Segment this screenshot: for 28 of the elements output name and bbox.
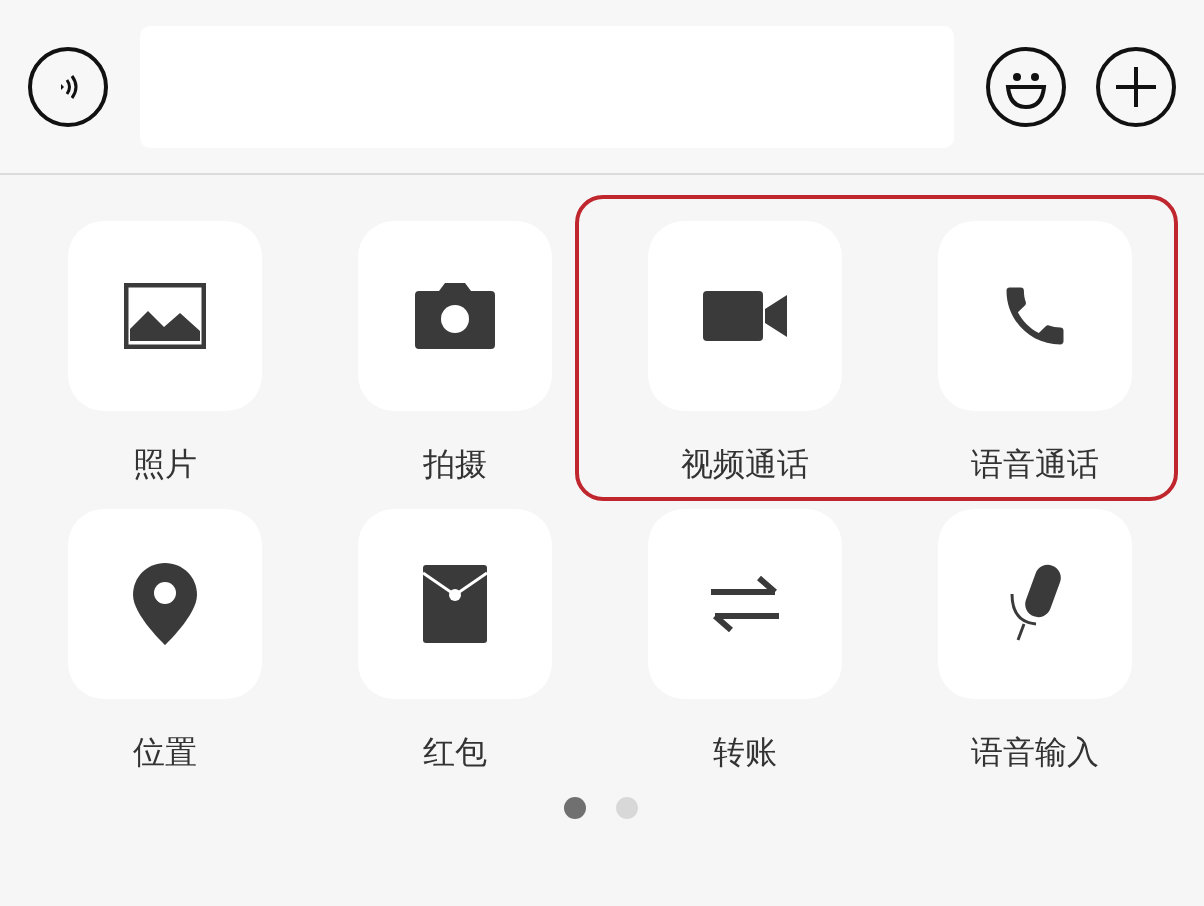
action-label: 语音通话 bbox=[971, 445, 1099, 484]
envelope-icon bbox=[423, 565, 487, 643]
action-tile[interactable] bbox=[938, 221, 1132, 411]
action-tile[interactable] bbox=[68, 221, 262, 411]
action-tile[interactable] bbox=[648, 509, 842, 699]
camera-icon bbox=[415, 283, 495, 349]
action-tile[interactable] bbox=[358, 509, 552, 699]
action-label: 位置 bbox=[133, 733, 197, 772]
action-label: 转账 bbox=[713, 733, 777, 772]
action-label: 视频通话 bbox=[681, 445, 809, 484]
transfer-arrows-icon bbox=[711, 576, 779, 632]
action-tile[interactable] bbox=[68, 509, 262, 699]
voice-button[interactable] bbox=[28, 46, 108, 127]
action-label: 拍摄 bbox=[423, 445, 487, 484]
action-label: 语音输入 bbox=[971, 733, 1099, 772]
video-camera-icon bbox=[703, 291, 787, 341]
page-dot[interactable] bbox=[564, 797, 586, 819]
action-tile[interactable] bbox=[358, 221, 552, 411]
image-icon bbox=[124, 283, 206, 349]
action-tile[interactable] bbox=[938, 509, 1132, 699]
location-pin-icon bbox=[133, 563, 197, 645]
add-button[interactable] bbox=[1096, 46, 1176, 127]
action-label: 照片 bbox=[133, 445, 197, 484]
emoji-button[interactable] bbox=[986, 46, 1066, 127]
action-label: 红包 bbox=[423, 733, 487, 772]
action-tile[interactable] bbox=[648, 221, 842, 411]
page-dot[interactable] bbox=[616, 797, 638, 819]
plus-icon bbox=[1114, 64, 1158, 109]
